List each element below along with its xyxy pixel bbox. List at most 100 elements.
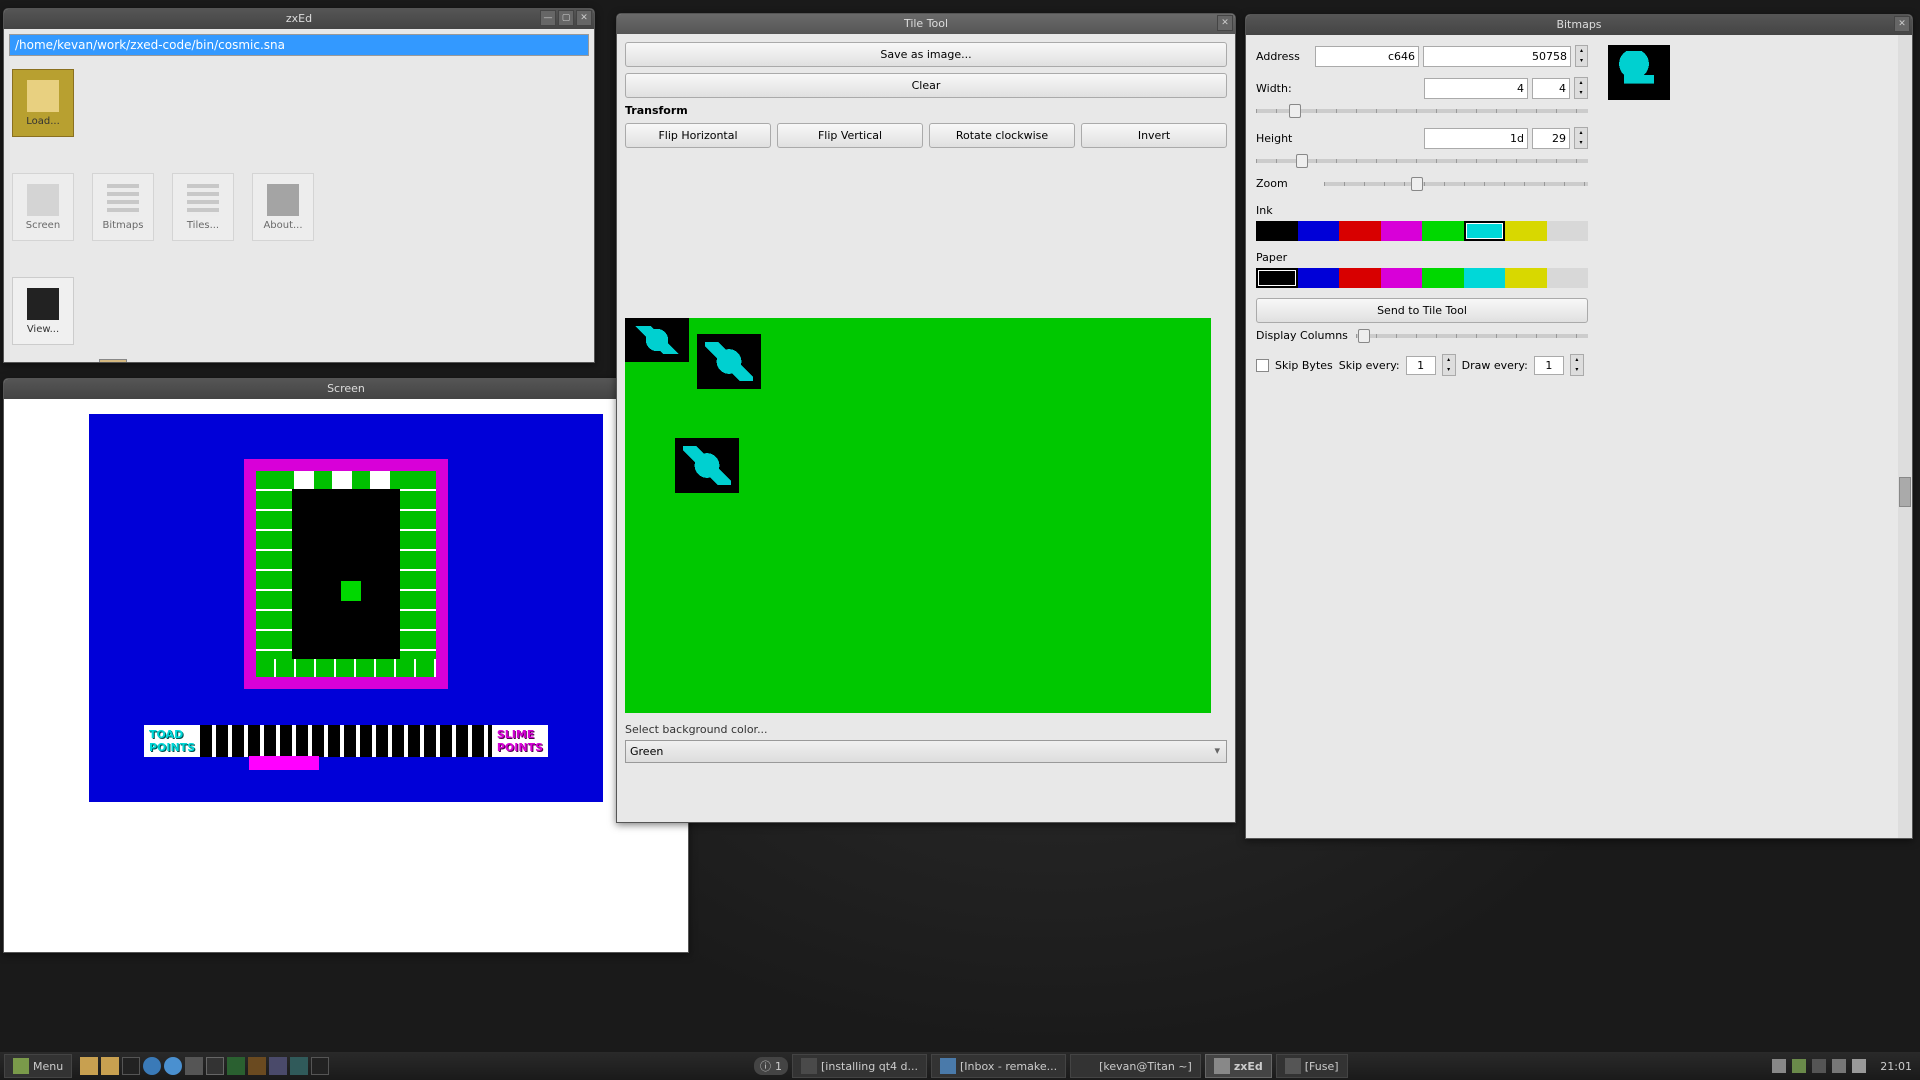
color-swatch-1[interactable]: [1298, 268, 1340, 288]
window-screen: Screen TOAD POINTS SLIME POINTS: [3, 378, 689, 953]
color-swatch-6[interactable]: [1505, 268, 1547, 288]
flip-vertical-button[interactable]: Flip Vertical: [777, 123, 923, 148]
height-dec-input[interactable]: [1532, 128, 1570, 149]
skip-every-input[interactable]: [1406, 356, 1436, 375]
preview-sprite[interactable]: [1608, 45, 1670, 100]
bg-color-select[interactable]: Green: [625, 740, 1227, 763]
tray-icon-1[interactable]: [1772, 1059, 1786, 1073]
load-button[interactable]: Load...: [12, 69, 74, 137]
maximize-icon[interactable]: ▢: [558, 10, 574, 26]
height-slider[interactable]: [1256, 159, 1588, 163]
flip-horizontal-button[interactable]: Flip Horizontal: [625, 123, 771, 148]
network-icon[interactable]: [1812, 1059, 1826, 1073]
screen-button[interactable]: Screen: [12, 173, 74, 241]
tile-canvas[interactable]: [625, 318, 1211, 713]
sprite-tile-2[interactable]: [697, 334, 761, 389]
tray-icon-2[interactable]: [1792, 1059, 1806, 1073]
color-swatch-7[interactable]: [1547, 268, 1589, 288]
volume-icon[interactable]: [1832, 1059, 1846, 1073]
preview-scrollbar[interactable]: [1898, 35, 1912, 838]
color-swatch-2[interactable]: [1339, 221, 1381, 241]
close-icon[interactable]: ✕: [1217, 15, 1233, 31]
about-label: About...: [263, 220, 302, 231]
about-button[interactable]: About...: [252, 173, 314, 241]
color-swatch-1[interactable]: [1298, 221, 1340, 241]
sprite-tile-3[interactable]: [675, 438, 739, 493]
skip-bytes-checkbox[interactable]: [1256, 359, 1269, 372]
rotate-clockwise-button[interactable]: Rotate clockwise: [929, 123, 1075, 148]
width-spinner[interactable]: ▴▾: [1574, 77, 1588, 99]
mail-icon[interactable]: [185, 1057, 203, 1075]
bitmaps-button[interactable]: Bitmaps: [92, 173, 154, 241]
globe-icon[interactable]: [164, 1057, 182, 1075]
taskbar-item-0[interactable]: [installing qt4 d...: [792, 1054, 927, 1078]
clock[interactable]: 21:01: [1880, 1060, 1912, 1073]
taskbar-item-2[interactable]: [kevan@Titan ~]: [1070, 1054, 1201, 1078]
view-button[interactable]: View...: [12, 277, 74, 345]
color-swatch-0[interactable]: [1256, 221, 1298, 241]
send-to-tile-tool-button[interactable]: Send to Tile Tool: [1256, 298, 1588, 323]
color-swatch-3[interactable]: [1381, 268, 1423, 288]
color-swatch-6[interactable]: [1505, 221, 1547, 241]
sprite-tile-1[interactable]: [625, 318, 689, 362]
terminal-icon[interactable]: [122, 1057, 140, 1075]
height-spinner[interactable]: ▴▾: [1574, 127, 1588, 149]
color-swatch-4[interactable]: [1422, 221, 1464, 241]
display-columns-slider[interactable]: [1356, 334, 1588, 338]
transform-label: Transform: [625, 104, 1227, 117]
height-hex-input[interactable]: [1424, 128, 1528, 149]
app4-icon[interactable]: [290, 1057, 308, 1075]
address-hex-input[interactable]: [1315, 46, 1419, 67]
tiles-button[interactable]: Tiles...: [172, 173, 234, 241]
width-slider[interactable]: [1256, 109, 1588, 113]
clear-button[interactable]: Clear: [625, 73, 1227, 98]
app3-icon[interactable]: [269, 1057, 287, 1075]
save-as-image-button[interactable]: Save as image...: [625, 42, 1227, 67]
quick-launch: [80, 1057, 329, 1075]
draw-every-input[interactable]: [1534, 356, 1564, 375]
color-swatch-4[interactable]: [1422, 268, 1464, 288]
menu-button[interactable]: Menu: [4, 1054, 72, 1078]
width-dec-input[interactable]: [1532, 78, 1570, 99]
app2-icon[interactable]: [248, 1057, 266, 1075]
splitter-handle[interactable]: [99, 359, 127, 363]
taskbar-item-3[interactable]: zxEd: [1205, 1054, 1272, 1078]
app5-icon[interactable]: [311, 1057, 329, 1075]
color-swatch-3[interactable]: [1381, 221, 1423, 241]
invert-button[interactable]: Invert: [1081, 123, 1227, 148]
color-swatch-5[interactable]: [1464, 268, 1506, 288]
taskbar-item-4[interactable]: [Fuse]: [1276, 1054, 1348, 1078]
zoom-slider[interactable]: [1324, 182, 1588, 186]
width-hex-input[interactable]: [1424, 78, 1528, 99]
close-icon[interactable]: ✕: [576, 10, 592, 26]
close-icon[interactable]: ✕: [1894, 16, 1910, 32]
hud-bar: TOAD POINTS SLIME POINTS: [144, 725, 548, 757]
title-screen: Screen: [327, 382, 365, 395]
color-swatch-5[interactable]: [1464, 221, 1506, 241]
titlebar-screen[interactable]: Screen: [4, 379, 688, 399]
address-dec-input[interactable]: [1423, 46, 1571, 67]
app1-icon[interactable]: [227, 1057, 245, 1075]
files-icon[interactable]: [80, 1057, 98, 1075]
titlebar-bitmaps[interactable]: Bitmaps ✕: [1246, 15, 1912, 35]
notification-badge[interactable]: ⓘ 1: [754, 1057, 788, 1075]
file-path-input[interactable]: [9, 34, 589, 56]
draw-every-spinner[interactable]: ▴▾: [1570, 354, 1584, 376]
color-swatch-0[interactable]: [1256, 268, 1298, 288]
monitor-icon[interactable]: [206, 1057, 224, 1075]
titlebar-tile[interactable]: Tile Tool ✕: [617, 14, 1235, 34]
title-bitmaps: Bitmaps: [1556, 18, 1601, 31]
info-icon: ⓘ: [760, 1058, 771, 1074]
titlebar-zxed[interactable]: zxEd — ▢ ✕: [4, 9, 594, 29]
hud-right-1: SLIME: [497, 728, 543, 741]
view-label: View...: [27, 324, 59, 335]
address-spinner[interactable]: ▴▾: [1575, 45, 1588, 67]
color-swatch-7[interactable]: [1547, 221, 1589, 241]
files2-icon[interactable]: [101, 1057, 119, 1075]
color-swatch-2[interactable]: [1339, 268, 1381, 288]
battery-icon[interactable]: [1852, 1059, 1866, 1073]
minimize-icon[interactable]: —: [540, 10, 556, 26]
skip-every-spinner[interactable]: ▴▾: [1442, 354, 1456, 376]
taskbar-item-1[interactable]: [Inbox - remake...: [931, 1054, 1066, 1078]
web-icon[interactable]: [143, 1057, 161, 1075]
